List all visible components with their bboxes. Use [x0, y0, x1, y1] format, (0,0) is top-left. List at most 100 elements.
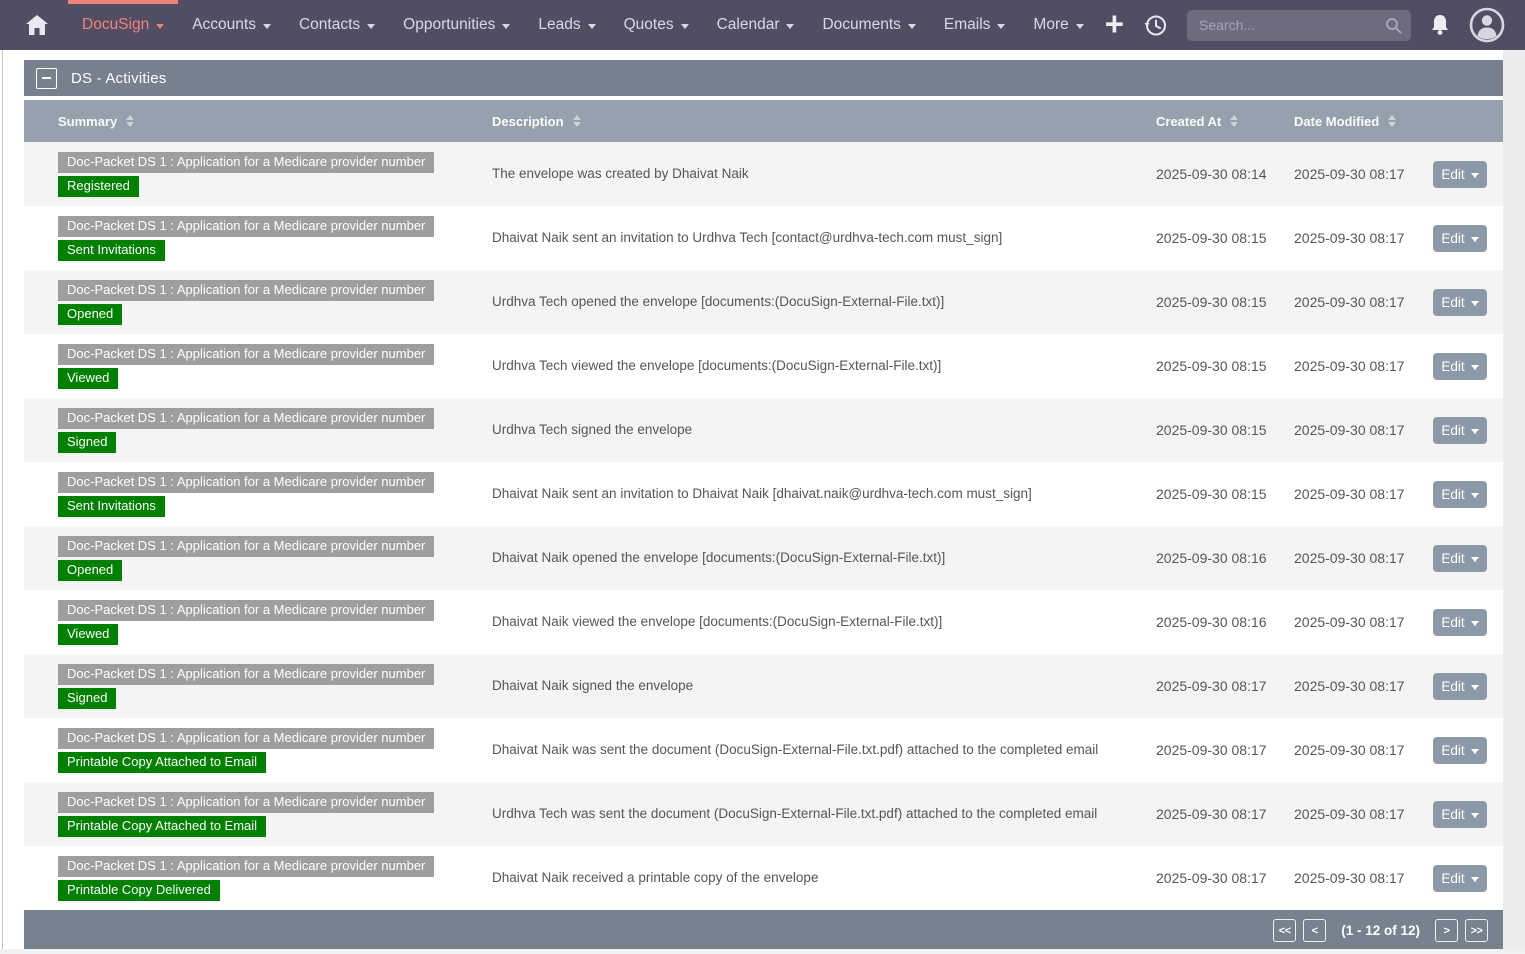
document-name-badge[interactable]: Doc-Packet DS 1 : Application for a Medi… — [58, 216, 434, 237]
pagination-last-button[interactable]: >> — [1465, 919, 1488, 942]
nav-item-more[interactable]: More — [1019, 0, 1097, 50]
document-name-badge[interactable]: Doc-Packet DS 1 : Application for a Medi… — [58, 344, 434, 365]
edit-button[interactable]: Edit — [1433, 353, 1487, 380]
document-name-badge[interactable]: Doc-Packet DS 1 : Application for a Medi… — [58, 536, 434, 557]
chevron-down-icon — [263, 24, 271, 29]
quick-create-button[interactable]: + — [1105, 9, 1124, 39]
document-name-badge[interactable]: Doc-Packet DS 1 : Application for a Medi… — [58, 728, 434, 749]
notifications-button[interactable] — [1430, 14, 1450, 36]
summary-cell: Doc-Packet DS 1 : Application for a Medi… — [58, 792, 492, 837]
column-header-created-at[interactable]: Created At — [1156, 114, 1294, 129]
summary-cell: Doc-Packet DS 1 : Application for a Medi… — [58, 344, 492, 389]
pagination-first-button[interactable]: << — [1273, 919, 1296, 942]
nav-item-leads[interactable]: Leads — [524, 0, 609, 50]
pagination-prev-button[interactable]: < — [1303, 919, 1326, 942]
edit-button[interactable]: Edit — [1433, 801, 1487, 828]
description-text: Dhaivat Naik viewed the envelope [docume… — [492, 613, 1156, 631]
recently-viewed-button[interactable] — [1143, 13, 1168, 38]
chevron-down-icon — [1471, 301, 1479, 306]
chevron-down-icon — [1471, 813, 1479, 818]
navbar-right-cluster: + — [1105, 0, 1525, 50]
created-at-value: 2025-09-30 08:16 — [1156, 614, 1294, 630]
column-label: Description — [492, 114, 564, 129]
actions-cell: Edit — [1433, 609, 1503, 636]
document-name-badge[interactable]: Doc-Packet DS 1 : Application for a Medi… — [58, 856, 434, 877]
nav-item-accounts[interactable]: Accounts — [178, 0, 285, 50]
document-name-badge[interactable]: Doc-Packet DS 1 : Application for a Medi… — [58, 280, 434, 301]
document-name-badge[interactable]: Doc-Packet DS 1 : Application for a Medi… — [58, 600, 434, 621]
actions-cell: Edit — [1433, 673, 1503, 700]
edit-button[interactable]: Edit — [1433, 545, 1487, 572]
search-input[interactable] — [1187, 10, 1411, 41]
document-name-badge[interactable]: Doc-Packet DS 1 : Application for a Medi… — [58, 664, 434, 685]
sort-icon — [126, 115, 134, 128]
edit-button[interactable]: Edit — [1433, 865, 1487, 892]
date-modified-value: 2025-09-30 08:17 — [1294, 678, 1433, 694]
edit-button[interactable]: Edit — [1433, 737, 1487, 764]
nav-item-label: Opportunities — [403, 16, 495, 34]
chevron-down-icon — [156, 24, 164, 29]
summary-cell: Doc-Packet DS 1 : Application for a Medi… — [58, 472, 492, 517]
edit-button[interactable]: Edit — [1433, 289, 1487, 316]
collapse-panel-button[interactable] — [36, 68, 57, 89]
chevron-down-icon — [997, 24, 1005, 29]
pagination-bar: << < (1 - 12 of 12) > >> — [24, 910, 1503, 951]
nav-item-documents[interactable]: Documents — [808, 0, 929, 50]
document-name-badge[interactable]: Doc-Packet DS 1 : Application for a Medi… — [58, 792, 434, 813]
document-name-badge[interactable]: Doc-Packet DS 1 : Application for a Medi… — [58, 152, 434, 173]
edit-button-label: Edit — [1441, 551, 1464, 566]
document-name-badge[interactable]: Doc-Packet DS 1 : Application for a Medi… — [58, 472, 434, 493]
edit-button[interactable]: Edit — [1433, 161, 1487, 188]
column-header-date-modified[interactable]: Date Modified — [1294, 114, 1433, 129]
chevron-down-icon — [588, 24, 596, 29]
column-header-summary[interactable]: Summary — [58, 114, 492, 129]
chevron-down-icon — [1471, 365, 1479, 370]
edit-button[interactable]: Edit — [1433, 225, 1487, 252]
edit-button-label: Edit — [1441, 807, 1464, 822]
status-badge: Viewed — [58, 368, 118, 389]
chevron-down-icon — [1471, 237, 1479, 242]
pagination-next-button[interactable]: > — [1435, 919, 1458, 942]
chevron-down-icon — [1471, 429, 1479, 434]
user-menu-button[interactable] — [1469, 7, 1505, 43]
nav-item-calendar[interactable]: Calendar — [703, 0, 809, 50]
summary-cell: Doc-Packet DS 1 : Application for a Medi… — [58, 600, 492, 645]
chevron-down-icon — [1076, 24, 1084, 29]
description-text: Urdhva Tech opened the envelope [documen… — [492, 293, 1156, 311]
nav-item-emails[interactable]: Emails — [930, 0, 1020, 50]
nav-item-opportunities[interactable]: Opportunities — [389, 0, 524, 50]
edit-button[interactable]: Edit — [1433, 417, 1487, 444]
description-text: The envelope was created by Dhaivat Naik — [492, 165, 1156, 183]
nav-item-label: Calendar — [717, 16, 780, 34]
chevron-down-icon — [1471, 493, 1479, 498]
summary-cell: Doc-Packet DS 1 : Application for a Medi… — [58, 216, 492, 261]
home-button[interactable] — [0, 0, 68, 50]
document-name-badge[interactable]: Doc-Packet DS 1 : Application for a Medi… — [58, 408, 434, 429]
actions-cell: Edit — [1433, 353, 1503, 380]
date-modified-value: 2025-09-30 08:17 — [1294, 806, 1433, 822]
chevron-down-icon — [367, 24, 375, 29]
status-badge: Printable Copy Attached to Email — [58, 816, 266, 837]
column-header-description[interactable]: Description — [492, 114, 1156, 129]
description-text: Dhaivat Naik sent an invitation to Urdhv… — [492, 229, 1156, 247]
edit-button[interactable]: Edit — [1433, 481, 1487, 508]
description-text: Dhaivat Naik signed the envelope — [492, 677, 1156, 695]
status-badge: Printable Copy Attached to Email — [58, 752, 266, 773]
minus-icon — [42, 77, 51, 79]
edit-button-label: Edit — [1441, 743, 1464, 758]
chevron-down-icon — [681, 24, 689, 29]
actions-cell: Edit — [1433, 289, 1503, 316]
edit-button[interactable]: Edit — [1433, 673, 1487, 700]
chevron-down-icon — [786, 24, 794, 29]
created-at-value: 2025-09-30 08:15 — [1156, 294, 1294, 310]
nav-item-contacts[interactable]: Contacts — [285, 0, 389, 50]
search-icon[interactable] — [1385, 17, 1402, 34]
table-row: Doc-Packet DS 1 : Application for a Medi… — [24, 718, 1503, 782]
page-left-edge — [2, 50, 3, 954]
date-modified-value: 2025-09-30 08:17 — [1294, 166, 1433, 182]
nav-item-docusign[interactable]: DocuSign — [68, 0, 178, 50]
edit-button-label: Edit — [1441, 615, 1464, 630]
edit-button[interactable]: Edit — [1433, 609, 1487, 636]
nav-item-quotes[interactable]: Quotes — [610, 0, 703, 50]
status-badge: Registered — [58, 176, 139, 197]
